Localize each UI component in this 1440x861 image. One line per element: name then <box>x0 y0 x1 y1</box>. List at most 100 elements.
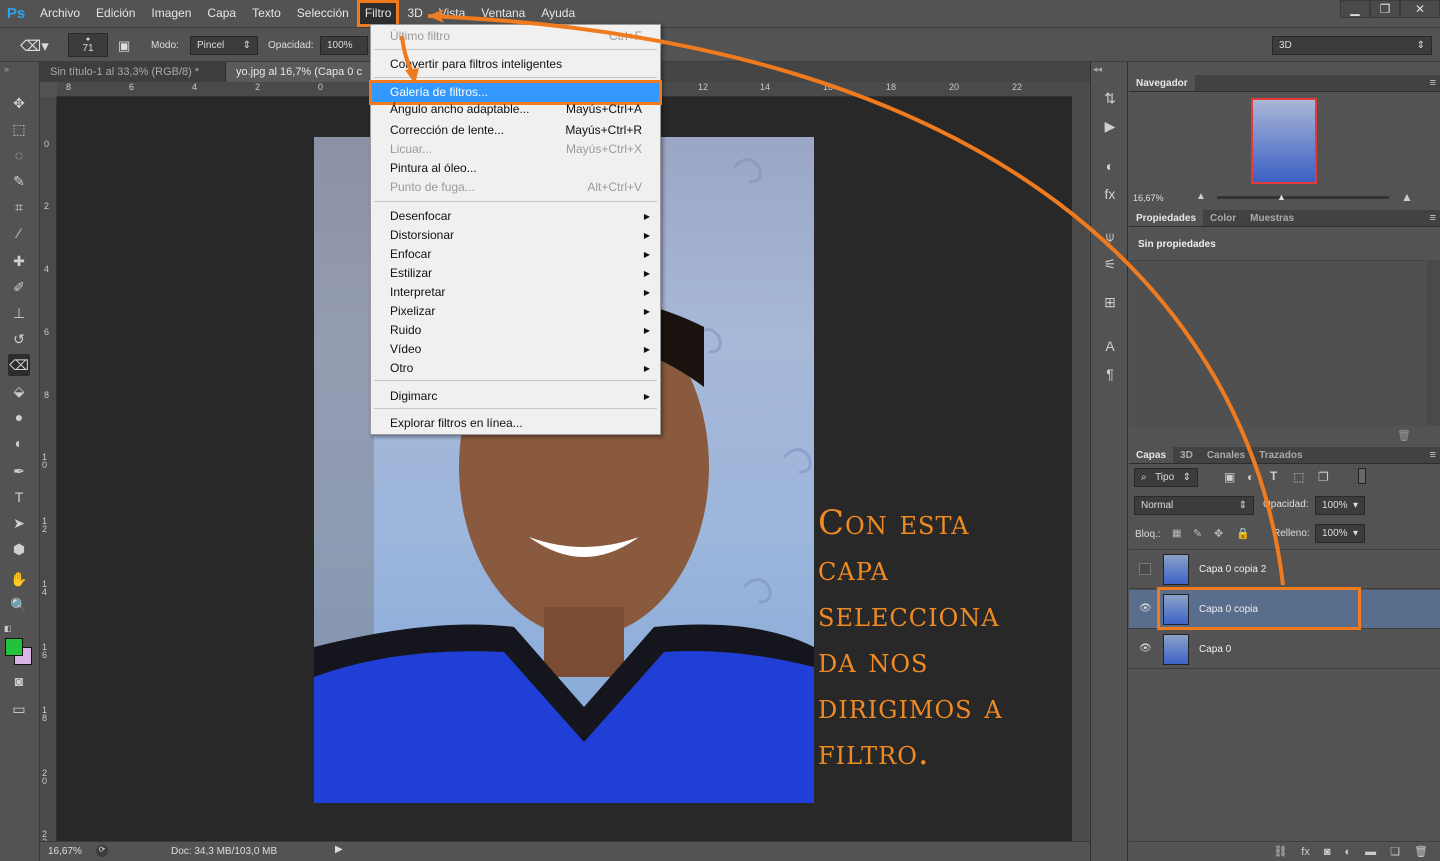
quick-mask-icon[interactable]: ◙ <box>8 670 30 692</box>
tab-color[interactable]: Color <box>1203 210 1243 226</box>
menu-item-licuar[interactable]: Licuar... Mayús+Ctrl+X <box>372 140 659 159</box>
workspace-select[interactable]: 3D ⇕ <box>1272 36 1432 55</box>
brush-size-picker[interactable]: ● 71 <box>68 33 108 57</box>
crop-tool-icon[interactable]: ⌗ <box>8 196 30 218</box>
character-icon[interactable]: A <box>1100 336 1120 356</box>
default-colors-icon[interactable]: ◧ <box>4 624 13 633</box>
brushes-icon[interactable]: ⍦ <box>1100 226 1120 246</box>
tab-canales[interactable]: Canales <box>1200 447 1252 463</box>
menu-item-pixelizar[interactable]: Pixelizar ▶ <box>372 302 659 321</box>
paragraph-icon[interactable]: ¶ <box>1100 364 1120 384</box>
history-brush-tool-icon[interactable]: ↺ <box>8 328 30 350</box>
doc-tab-yo-jpg[interactable]: yo.jpg al 16,7% (Capa 0 c <box>226 62 376 82</box>
dodge-tool-icon[interactable]: ◐ <box>8 432 30 454</box>
menu-item-distorsionar[interactable]: Distorsionar ▶ <box>372 226 659 245</box>
pen-tool-icon[interactable]: ✒ <box>8 460 30 482</box>
menu-item-explorar-filtros-en-linea[interactable]: Explorar filtros en línea... <box>372 414 659 433</box>
trash-icon[interactable]: 🗑 <box>1414 845 1428 858</box>
menu-item-desenfocar[interactable]: Desenfocar ▶ <box>372 207 659 226</box>
menu-item-ruido[interactable]: Ruido ▶ <box>372 321 659 340</box>
layer-filter-select[interactable]: ⌕ Tipo ⇕ <box>1134 468 1198 487</box>
move-tool-icon[interactable]: ✥ <box>8 92 30 114</box>
new-layer-icon[interactable]: ❏ <box>1390 845 1400 858</box>
blur-tool-icon[interactable]: ● <box>8 406 30 428</box>
lock-transparency-icon[interactable]: ▦ <box>1172 528 1181 539</box>
adjustments-icon[interactable]: ◐ <box>1100 156 1120 176</box>
mask-icon[interactable]: ◙ <box>1324 846 1331 858</box>
link-icon[interactable]: ⛓ <box>1273 845 1287 858</box>
layer-name[interactable]: Capa 0 <box>1199 644 1231 655</box>
menu-item-digimarc[interactable]: Digimarc ▶ <box>372 387 659 406</box>
zoom-slider-handle[interactable]: ▲ <box>1277 192 1286 202</box>
tab-muestras[interactable]: Muestras <box>1243 210 1301 226</box>
eraser-tool-preset-icon[interactable]: ⌫▾ <box>20 36 49 55</box>
smart-object-filter-icon[interactable]: ❐ <box>1318 470 1329 484</box>
fill-field[interactable]: 100% ▾ <box>1315 524 1365 543</box>
opacity-field[interactable]: 100% <box>320 36 368 55</box>
navigator-thumbnail[interactable] <box>1251 98 1317 184</box>
status-menu-arrow-icon[interactable]: ▶ <box>335 844 343 855</box>
collapse-icon[interactable]: » <box>4 64 9 74</box>
sync-icon[interactable]: ⟳ <box>96 845 108 857</box>
menu-ayuda[interactable]: Ayuda <box>533 0 583 27</box>
visibility-toggle[interactable] <box>1139 563 1151 575</box>
panel-menu-icon[interactable]: ≡ <box>1430 447 1436 464</box>
menu-item-estilizar[interactable]: Estilizar ▶ <box>372 264 659 283</box>
paint-bucket-tool-icon[interactable]: ⬙ <box>8 380 30 402</box>
menu-3d[interactable]: 3D <box>399 0 430 27</box>
layer-opacity-field[interactable]: 100% ▾ <box>1315 496 1365 515</box>
menu-seleccion[interactable]: Selección <box>289 0 357 27</box>
tab-navegador[interactable]: Navegador <box>1129 75 1195 91</box>
path-select-tool-icon[interactable]: ➤ <box>8 512 30 534</box>
brush-presets-icon[interactable]: ⚟ <box>1100 254 1120 274</box>
menu-item-correccion-de-lente[interactable]: Corrección de lente... Mayús+Ctrl+R <box>372 121 659 140</box>
panel-menu-icon[interactable]: ≡ <box>1430 210 1436 227</box>
layer-row-capa-0-copia-2[interactable]: Capa 0 copia 2 <box>1129 550 1440 589</box>
actions-icon[interactable]: ▶ <box>1100 116 1120 136</box>
menu-filtro[interactable]: Filtro <box>356 0 400 27</box>
folder-icon[interactable]: ▬ <box>1365 846 1376 858</box>
zoom-tool-icon[interactable]: 🔍 <box>8 594 30 616</box>
layer-name[interactable]: Capa 0 copia 2 <box>1199 564 1266 575</box>
filter-toggle[interactable] <box>1358 468 1366 484</box>
collapse-icon[interactable]: ◂◂ <box>1093 64 1102 75</box>
menu-item-pintura-al-oleo[interactable]: Pintura al óleo... <box>372 159 659 178</box>
type-filter-icon[interactable]: T <box>1270 469 1277 483</box>
lasso-tool-icon[interactable]: ◌ <box>8 144 30 166</box>
shape-tool-icon[interactable]: ⬢ <box>8 538 30 560</box>
pixel-filter-icon[interactable]: ▣ <box>1224 470 1235 484</box>
healing-tool-icon[interactable]: ✚ <box>8 250 30 272</box>
history-icon[interactable]: ⇅ <box>1100 88 1120 108</box>
menu-texto[interactable]: Texto <box>244 0 289 27</box>
menu-item-ultimo-filtro[interactable]: Último filtro Ctrl+F <box>372 27 659 46</box>
type-tool-icon[interactable]: T <box>8 486 30 508</box>
styles-icon[interactable]: fx <box>1100 184 1120 204</box>
hand-tool-icon[interactable]: ✋ <box>8 568 30 590</box>
menu-item-otro[interactable]: Otro ▶ <box>372 359 659 378</box>
navigator-zoom[interactable]: 16,67% <box>1133 193 1164 203</box>
eye-icon[interactable]: 👁 <box>1139 643 1152 655</box>
menu-vista[interactable]: Vista <box>431 0 473 27</box>
menu-capa[interactable]: Capa <box>199 0 244 27</box>
adjustment-filter-icon[interactable]: ◐ <box>1247 470 1254 484</box>
marquee-tool-icon[interactable]: ⬚ <box>8 118 30 140</box>
menu-imagen[interactable]: Imagen <box>143 0 199 27</box>
menu-item-galeria-de-filtros[interactable]: Galería de filtros... <box>369 80 662 105</box>
tab-3d[interactable]: 3D <box>1173 447 1200 463</box>
properties-scrollbar[interactable] <box>1426 260 1440 426</box>
lock-pixels-icon[interactable]: ✎ <box>1193 527 1202 540</box>
brush-panel-icon[interactable]: ▣ <box>118 36 130 55</box>
eyedropper-tool-icon[interactable]: ⁄ <box>8 222 30 244</box>
layer-row-capa-0[interactable]: 👁 Capa 0 <box>1129 630 1440 669</box>
navigator-zoom-slider[interactable] <box>1217 196 1389 199</box>
restore-icon[interactable]: ❐ <box>1370 0 1400 18</box>
quick-select-tool-icon[interactable]: ✎ <box>8 170 30 192</box>
screen-mode-icon[interactable]: ▭ <box>8 698 30 720</box>
doc-tab-sin-titulo[interactable]: Sin título-1 al 33,3% (RGB/8) * <box>40 62 226 82</box>
clone-source-icon[interactable]: ⊞ <box>1100 292 1120 312</box>
eraser-tool-icon[interactable]: ⌫ <box>8 354 30 376</box>
eye-icon[interactable]: 👁 <box>1139 603 1152 615</box>
brush-tool-icon[interactable]: ✐ <box>8 276 30 298</box>
lock-position-icon[interactable]: ✥ <box>1214 527 1223 540</box>
lock-all-icon[interactable]: 🔒 <box>1236 527 1250 540</box>
